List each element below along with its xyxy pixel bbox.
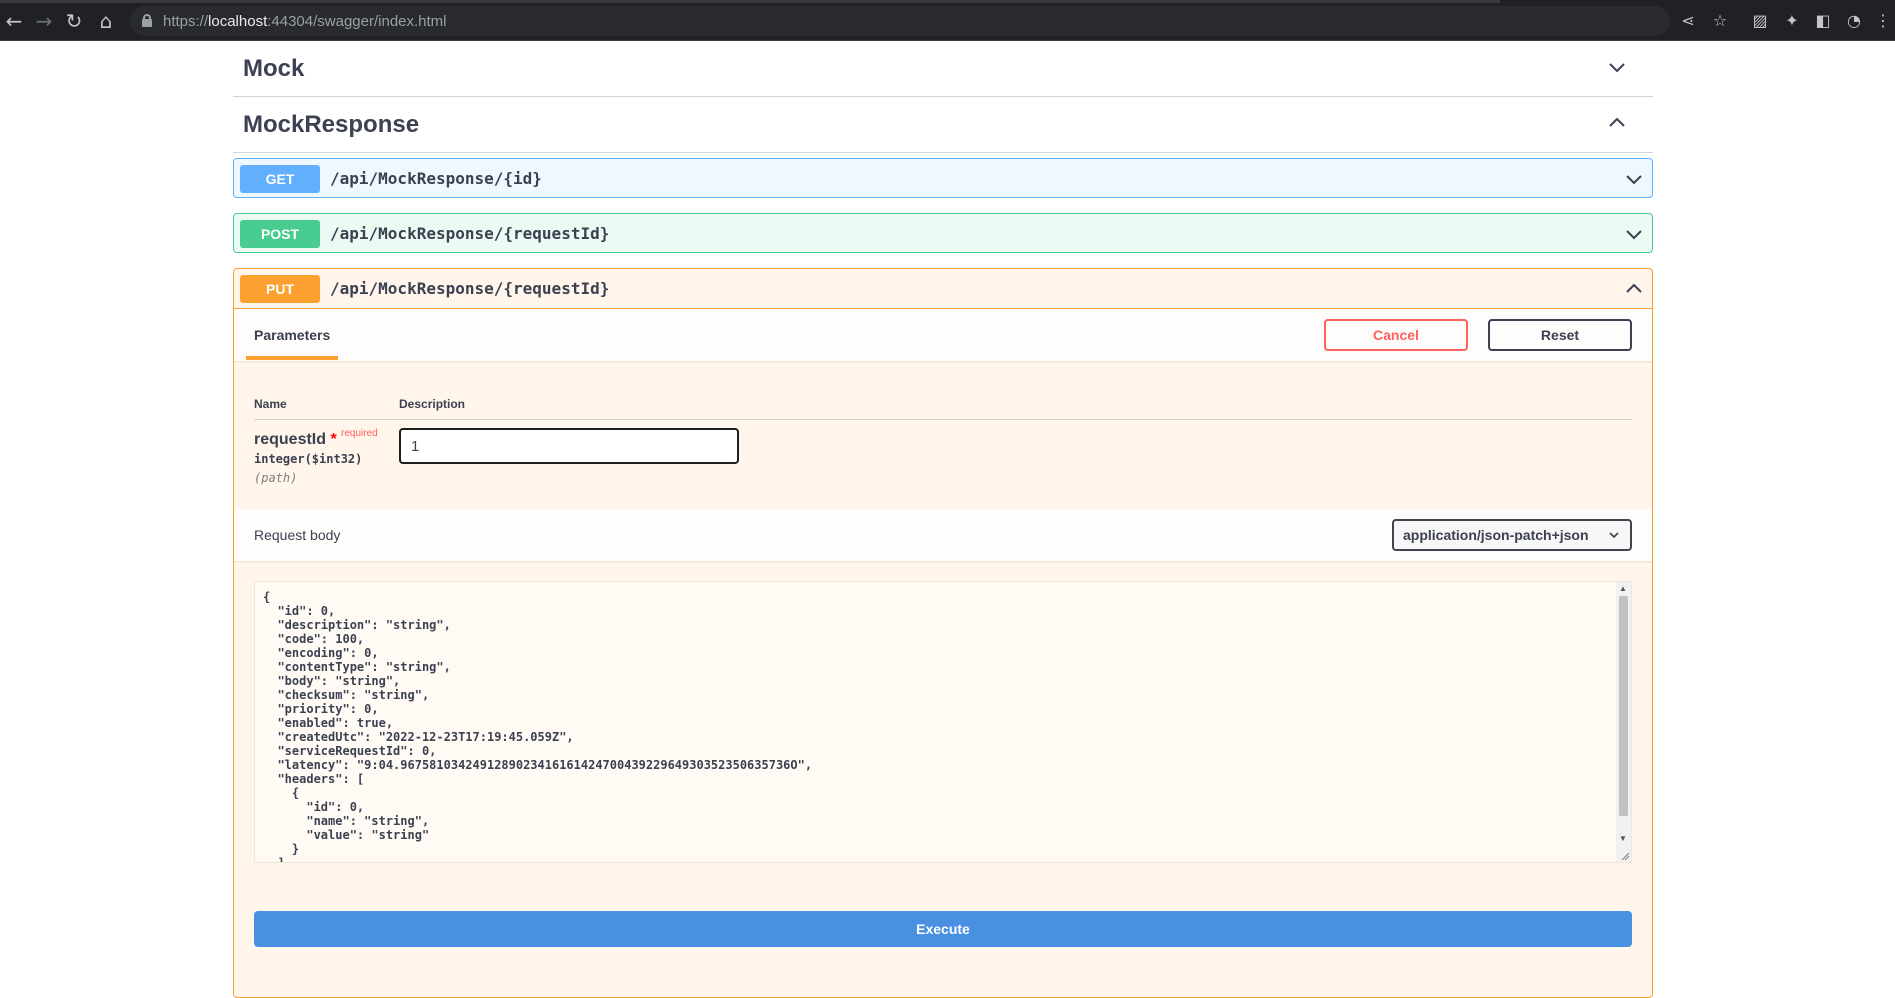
operation-path: /api/MockResponse/{requestId} bbox=[330, 279, 610, 298]
chevron-down-icon[interactable] bbox=[1622, 167, 1646, 191]
scroll-thumb[interactable] bbox=[1619, 596, 1628, 816]
section-mock[interactable]: Mock bbox=[233, 41, 1653, 97]
section-title: Mock bbox=[243, 55, 305, 82]
operation-summary[interactable]: PUT /api/MockResponse/{requestId} bbox=[234, 269, 1652, 309]
operation-post[interactable]: POST /api/MockResponse/{requestId} bbox=[233, 213, 1653, 253]
method-badge: POST bbox=[240, 220, 320, 248]
editor-scrollbar[interactable]: ▲ ▼ bbox=[1616, 582, 1631, 862]
menu-kebab-icon[interactable]: ⋮ bbox=[1872, 10, 1894, 32]
back-arrow-icon[interactable]: ← bbox=[2, 9, 26, 33]
column-header-name: Name bbox=[254, 397, 287, 411]
extension-icon[interactable]: ▨ bbox=[1749, 10, 1771, 32]
parameter-location: (path) bbox=[254, 471, 298, 485]
url-text: https://localhost:44304/swagger/index.ht… bbox=[163, 13, 447, 30]
reset-button[interactable]: Reset bbox=[1488, 319, 1632, 351]
tab-underline bbox=[246, 356, 338, 360]
request-body-label: Request body bbox=[254, 527, 341, 543]
resize-grip-icon[interactable] bbox=[1620, 851, 1630, 861]
browser-toolbar: ← → ↻ ⌂ https://localhost:44304/swagger/… bbox=[0, 0, 1895, 41]
side-panel-icon[interactable]: ◧ bbox=[1812, 10, 1834, 32]
scroll-down-icon[interactable]: ▼ bbox=[1619, 834, 1627, 843]
content-type-select[interactable]: application/json-patch+json bbox=[1392, 519, 1632, 551]
execute-button[interactable]: Execute bbox=[254, 911, 1632, 947]
required-star: * bbox=[330, 431, 337, 448]
operation-get[interactable]: GET /api/MockResponse/{id} bbox=[233, 158, 1653, 198]
parameter-type: integer($int32) bbox=[254, 452, 363, 466]
chevron-down-icon bbox=[1609, 532, 1619, 539]
request-body-json[interactable]: { "id": 0, "description": "string", "cod… bbox=[263, 590, 812, 862]
content-type-value: application/json-patch+json bbox=[1403, 527, 1589, 543]
operation-summary[interactable]: GET /api/MockResponse/{id} bbox=[234, 159, 1652, 199]
required-label: required bbox=[341, 428, 378, 439]
request-body-editor[interactable]: { "id": 0, "description": "string", "cod… bbox=[254, 581, 1632, 863]
method-badge: GET bbox=[240, 165, 320, 193]
lock-icon bbox=[142, 14, 152, 27]
profile-icon[interactable]: ◔ bbox=[1843, 10, 1865, 32]
chevron-down-icon[interactable] bbox=[1605, 55, 1629, 79]
request-id-input[interactable] bbox=[399, 428, 739, 464]
share-icon[interactable]: ⋖ bbox=[1677, 10, 1699, 32]
operation-summary[interactable]: POST /api/MockResponse/{requestId} bbox=[234, 214, 1652, 254]
operation-path: /api/MockResponse/{id} bbox=[330, 169, 542, 188]
home-icon[interactable]: ⌂ bbox=[94, 9, 118, 33]
address-bar[interactable]: https://localhost:44304/swagger/index.ht… bbox=[130, 6, 1670, 36]
forward-arrow-icon[interactable]: → bbox=[32, 9, 56, 33]
operation-path: /api/MockResponse/{requestId} bbox=[330, 224, 610, 243]
section-title: MockResponse bbox=[243, 111, 420, 138]
chevron-down-icon[interactable] bbox=[1622, 222, 1646, 246]
reload-icon[interactable]: ↻ bbox=[62, 9, 86, 33]
divider bbox=[254, 419, 1632, 420]
section-mockresponse[interactable]: MockResponse bbox=[233, 97, 1653, 153]
tab-parameters[interactable]: Parameters bbox=[254, 327, 330, 343]
method-badge: PUT bbox=[240, 275, 320, 303]
chevron-up-icon[interactable] bbox=[1622, 277, 1646, 301]
tab-strip bbox=[0, 0, 1500, 3]
parameter-name: requestId * bbox=[254, 431, 337, 448]
request-body-header: Request body application/json-patch+json bbox=[234, 509, 1652, 561]
puzzle-icon[interactable]: ✦ bbox=[1781, 10, 1803, 32]
column-header-description: Description bbox=[399, 397, 466, 411]
bookmark-star-icon[interactable]: ☆ bbox=[1709, 10, 1731, 32]
operation-put: PUT /api/MockResponse/{requestId} Parame… bbox=[233, 268, 1653, 998]
chevron-up-icon[interactable] bbox=[1605, 111, 1629, 135]
cancel-button[interactable]: Cancel bbox=[1324, 319, 1468, 351]
scroll-up-icon[interactable]: ▲ bbox=[1619, 584, 1627, 593]
parameters-header: Parameters Cancel Reset bbox=[234, 309, 1652, 361]
swagger-page: Mock MockResponse GET /api/MockResponse/… bbox=[0, 41, 1895, 998]
